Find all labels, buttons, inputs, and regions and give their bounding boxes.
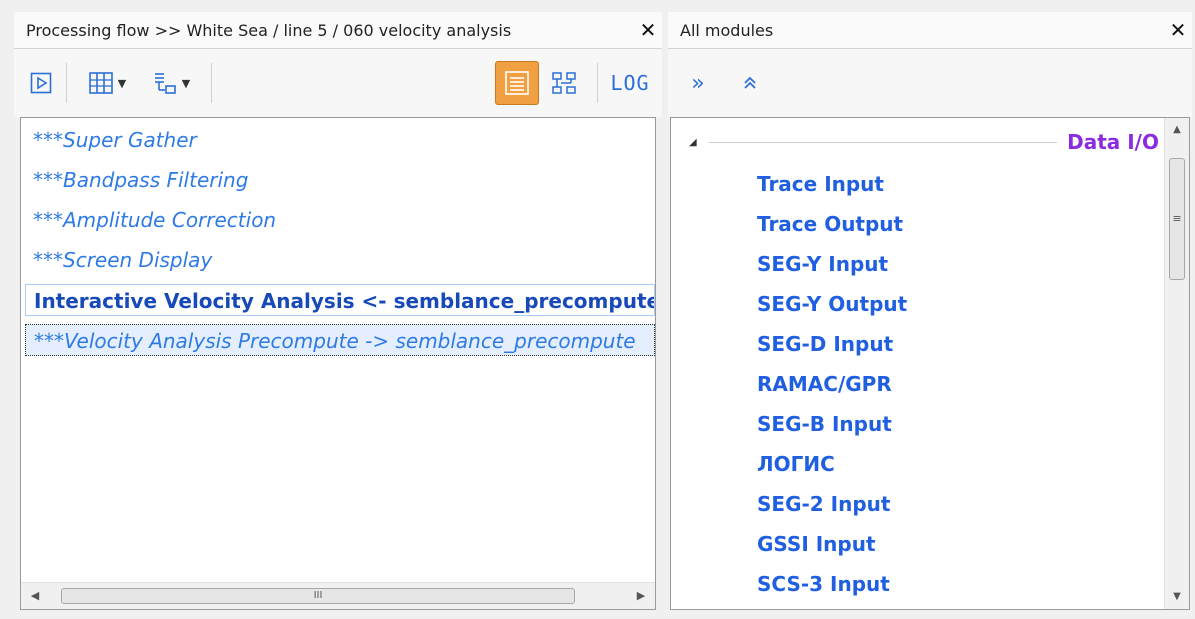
all-modules-titlebar: All modules ✕ [668, 12, 1192, 49]
group-header-data-io[interactable]: ◢ Data I/O [689, 128, 1159, 156]
expanded-triangle-icon[interactable]: ◢ [689, 137, 703, 148]
list-view-icon [505, 71, 529, 95]
module-seg-d-input[interactable]: SEG-D Input [757, 324, 893, 364]
list-view-toggle[interactable] [495, 61, 539, 105]
toolbar-separator [66, 63, 67, 103]
module-seg-2-input[interactable]: SEG-2 Input [757, 484, 890, 524]
module-trace-input[interactable]: Trace Input [757, 164, 884, 204]
flow-item-super-gather[interactable]: ***Super Gather [25, 124, 655, 156]
vertical-scrollbar[interactable]: ▲ ≡ ▼ [1164, 118, 1189, 609]
flow-toolbar: ▼ ▼ LOG [14, 49, 662, 117]
scroll-right-arrow-icon[interactable]: ▶ [633, 588, 649, 604]
flow-item-bandpass-filtering[interactable]: ***Bandpass Filtering [25, 164, 655, 196]
group-divider [709, 141, 1058, 143]
log-label: LOG [610, 71, 650, 95]
module-trace-output[interactable]: Trace Output [757, 204, 903, 244]
module-gssi-input[interactable]: GSSI Input [757, 524, 876, 564]
scroll-left-arrow-icon[interactable]: ◀ [27, 588, 43, 604]
processing-flow-title: Processing flow >> White Sea / line 5 / … [26, 20, 512, 40]
layout-dropdown-button[interactable]: ▼ [75, 64, 139, 102]
group-name: Data I/O [1067, 130, 1159, 154]
play-icon [30, 72, 52, 94]
collapse-all-button[interactable] [730, 64, 770, 102]
expand-all-button[interactable]: » [678, 64, 718, 102]
chevron-down-icon: ▼ [181, 76, 191, 90]
module-scs-3-input[interactable]: SCS-3 Input [757, 564, 890, 604]
all-modules-title: All modules [680, 20, 774, 40]
tree-sort-icon [154, 73, 176, 94]
scrollbar-thumb[interactable]: ≡ [1169, 158, 1185, 280]
module-logis[interactable]: ЛОГИС [757, 444, 835, 484]
horizontal-scrollbar[interactable]: ◀ III ▶ [21, 582, 655, 609]
flow-item-amplitude-correction[interactable]: ***Amplitude Correction [25, 204, 655, 236]
scroll-up-arrow-icon[interactable]: ▲ [1165, 120, 1189, 140]
log-button[interactable]: LOG [606, 64, 654, 102]
flow-item-screen-display[interactable]: ***Screen Display [25, 244, 655, 276]
module-seg-y-output[interactable]: SEG-Y Output [757, 284, 907, 324]
tree-view-icon [552, 72, 576, 94]
toolbar-separator [211, 63, 212, 103]
columns-icon [88, 72, 113, 94]
double-chevron-right-icon: » [691, 70, 705, 96]
processing-flow-panel: Processing flow >> White Sea / line 5 / … [14, 0, 662, 619]
flow-item-interactive-velocity-analysis[interactable]: Interactive Velocity Analysis <- semblan… [25, 284, 655, 316]
double-chevron-up-icon [744, 76, 756, 89]
modules-tree: ◢ Data I/O Trace Input Trace Output SEG-… [670, 117, 1190, 610]
scrollbar-thumb[interactable]: III [61, 588, 575, 604]
toolbar-separator [597, 63, 598, 103]
scroll-down-arrow-icon[interactable]: ▼ [1165, 587, 1189, 607]
processing-flow-titlebar: Processing flow >> White Sea / line 5 / … [14, 12, 662, 49]
chevron-down-icon: ▼ [117, 76, 127, 90]
sort-dropdown-button[interactable]: ▼ [139, 64, 203, 102]
close-flow-panel-button[interactable]: ✕ [634, 18, 662, 42]
tree-view-toggle[interactable] [539, 64, 589, 102]
module-seg-y-input[interactable]: SEG-Y Input [757, 244, 888, 284]
close-modules-panel-button[interactable]: ✕ [1164, 18, 1192, 42]
run-flow-button[interactable] [24, 64, 58, 102]
flow-item-velocity-analysis-precompute[interactable]: ***Velocity Analysis Precompute -> sembl… [25, 324, 655, 356]
modules-toolbar: » [668, 49, 1192, 117]
module-seg-b-input[interactable]: SEG-B Input [757, 404, 892, 444]
all-modules-panel: All modules ✕ » ◢ Data I/O Trace Input T… [668, 0, 1192, 619]
module-ramac-gpr[interactable]: RAMAC/GPR [757, 364, 892, 404]
flow-list: ***Super Gather ***Bandpass Filtering **… [20, 117, 656, 610]
